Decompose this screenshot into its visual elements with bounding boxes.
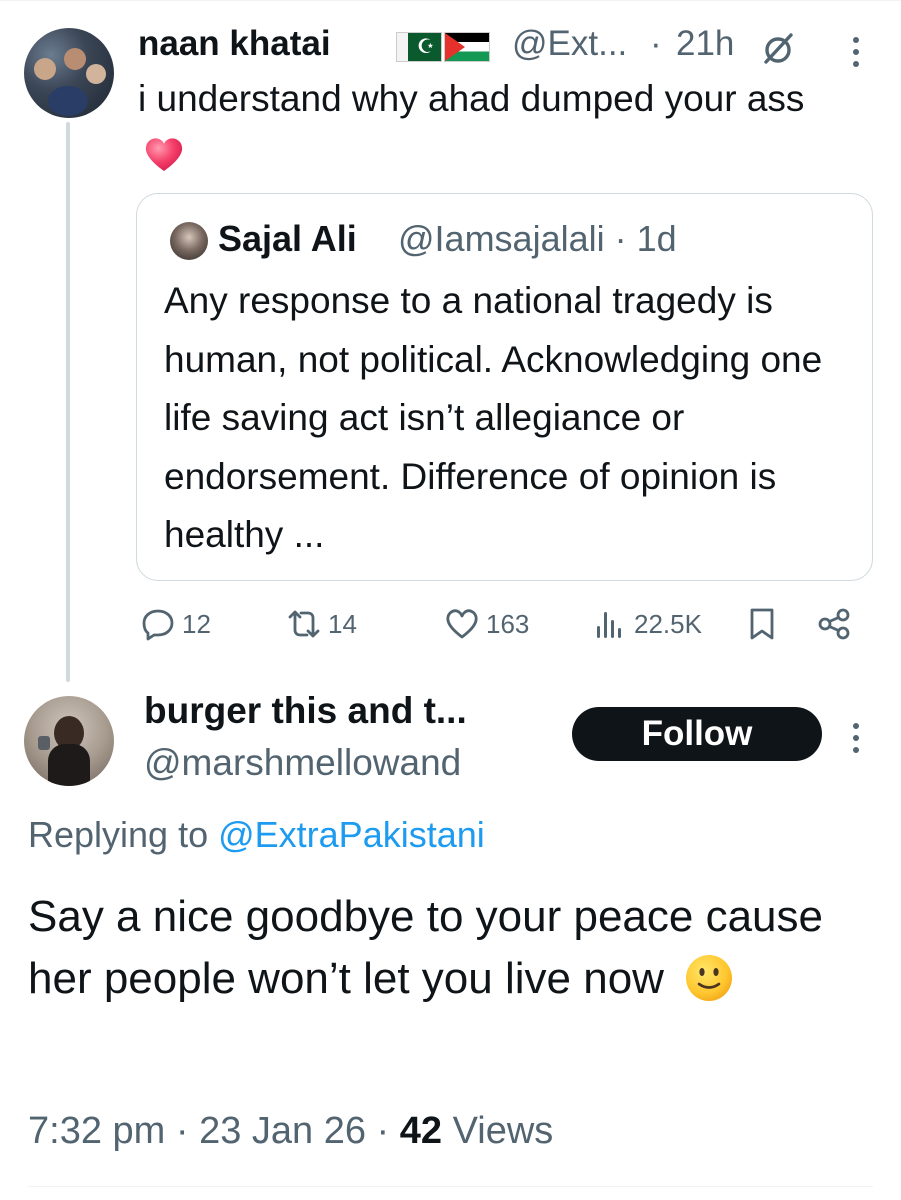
bookmark-button[interactable] — [744, 606, 780, 642]
avatar[interactable] — [24, 28, 114, 118]
grok-icon[interactable] — [758, 28, 798, 68]
tweet-text: Say a nice goodbye to your peace cause h… — [28, 892, 823, 1003]
share-icon — [818, 608, 850, 640]
more-options-icon[interactable] — [842, 718, 870, 758]
replying-to-link[interactable]: @ExtraPakistani — [218, 814, 485, 855]
bottom-divider — [28, 1186, 873, 1187]
share-button[interactable] — [816, 606, 852, 642]
like-count: 163 — [486, 608, 530, 639]
top-divider — [0, 0, 901, 1]
display-name[interactable]: burger this and t... — [144, 690, 467, 732]
views-count: 22.5K — [634, 608, 702, 639]
user-handle[interactable]: @Ext... — [512, 24, 627, 64]
timestamp[interactable]: 7:32 pm · 23 Jan 26 · — [28, 1110, 400, 1152]
reply-icon — [142, 609, 174, 641]
more-options-icon[interactable] — [842, 32, 870, 72]
views-button[interactable]: 22.5K — [592, 606, 702, 642]
thread-connector-line — [66, 122, 70, 682]
repost-count: 14 — [328, 608, 357, 639]
repost-icon — [288, 610, 320, 638]
tweet-action-bar: 12 14 163 22.5K — [140, 606, 860, 650]
heart-emoji-icon — [144, 132, 184, 171]
follow-button[interactable]: Follow — [572, 707, 822, 761]
bookmark-icon — [750, 608, 774, 640]
reply-button[interactable]: 12 — [140, 606, 211, 642]
replying-to-line: Replying to @ExtraPakistani — [28, 814, 485, 856]
flag-emojis — [396, 32, 490, 62]
tweet-timestamp-views: 7:32 pm · 23 Jan 26 · 42 Views — [28, 1110, 553, 1153]
analytics-icon — [597, 612, 621, 638]
slightly-smiling-face-icon — [684, 953, 734, 1003]
heart-icon — [446, 609, 478, 639]
quoted-tweet-text: Any response to a national tragedy is hu… — [164, 280, 823, 555]
display-name[interactable]: Sajal Ali — [218, 218, 357, 260]
replying-prefix: Replying to — [28, 814, 219, 855]
repost-button[interactable]: 14 — [286, 606, 357, 642]
views-number: 42 — [399, 1110, 443, 1152]
palestine-flag-icon — [444, 32, 490, 62]
user-handle[interactable]: @marshmellowand — [144, 742, 461, 784]
user-handle[interactable]: @Iamsajalali · 1d — [398, 218, 677, 260]
pakistan-flag-icon — [396, 32, 442, 62]
like-button[interactable]: 163 — [444, 606, 529, 642]
display-name[interactable]: naan khatai — [138, 24, 331, 64]
avatar[interactable] — [170, 222, 208, 260]
avatar[interactable] — [24, 696, 114, 786]
reply-count: 12 — [182, 608, 211, 639]
separator-dot: · — [650, 24, 662, 63]
tweet-time[interactable]: 21h — [676, 24, 734, 64]
views-label: Views — [442, 1110, 554, 1152]
tweet-text: i understand why ahad dumped your ass — [138, 70, 838, 186]
